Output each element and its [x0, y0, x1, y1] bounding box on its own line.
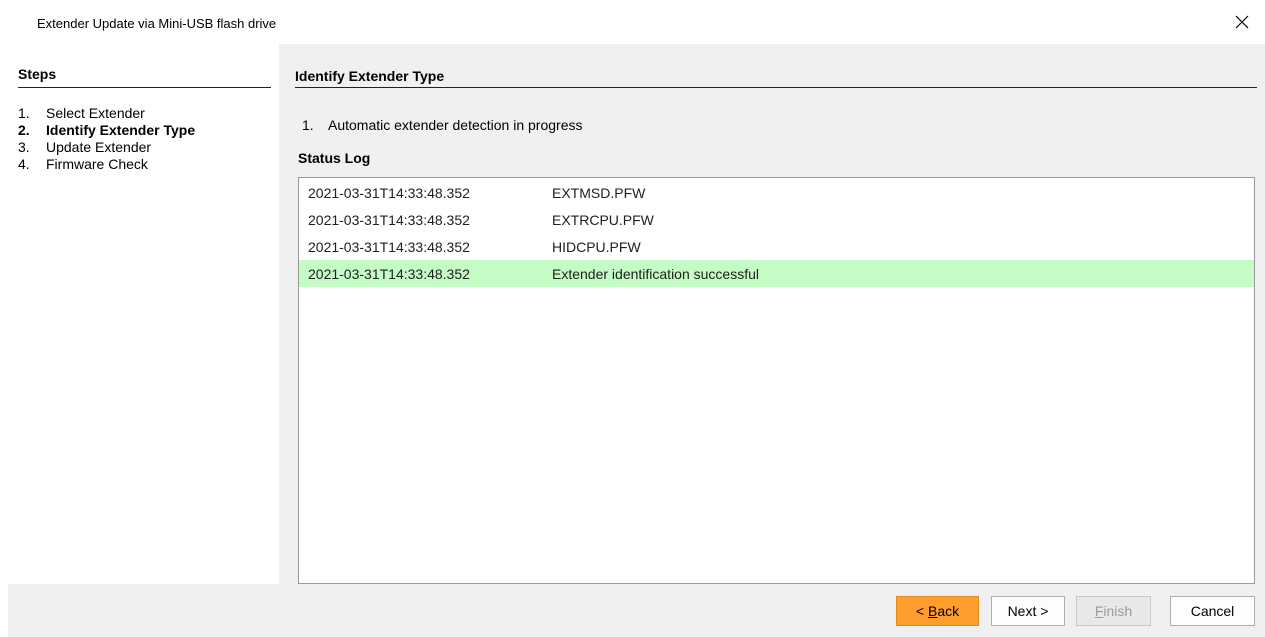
close-button[interactable]	[1219, 0, 1265, 44]
back-prefix: <	[915, 603, 928, 619]
detection-status: 1. Automatic extender detection in progre…	[302, 117, 582, 133]
finish-rest: inish	[1103, 603, 1133, 619]
main-panel: Identify Extender Type 1. Automatic exten…	[279, 44, 1265, 584]
log-row[interactable]: 2021-03-31T14:33:48.352 HIDCPU.PFW	[299, 233, 1254, 260]
step-item-firmware-check: 4. Firmware Check	[18, 156, 148, 172]
finish-button[interactable]: Finish	[1076, 596, 1151, 626]
step-label: Firmware Check	[46, 156, 148, 172]
step-number: 3.	[18, 139, 30, 155]
step-number: 4.	[18, 156, 30, 172]
cancel-button[interactable]: Cancel	[1170, 596, 1255, 626]
button-bar: < Back Next > Finish Cancel	[8, 584, 1265, 637]
log-message: EXTMSD.PFW	[552, 184, 646, 201]
log-timestamp: 2021-03-31T14:33:48.352	[308, 211, 470, 228]
log-message: EXTRCPU.PFW	[552, 211, 654, 228]
back-mnemonic: B	[927, 603, 938, 619]
log-message: HIDCPU.PFW	[552, 238, 641, 255]
window-edge	[0, 44, 8, 637]
title-bar: Extender Update via Mini-USB flash drive	[0, 0, 1265, 44]
log-timestamp: 2021-03-31T14:33:48.352	[308, 265, 470, 282]
steps-title: Steps	[18, 66, 57, 82]
log-row-success[interactable]: 2021-03-31T14:33:48.352 Extender identif…	[299, 260, 1254, 287]
next-button[interactable]: Next >	[991, 596, 1065, 626]
close-icon	[1235, 15, 1249, 29]
log-row[interactable]: 2021-03-31T14:33:48.352 EXTRCPU.PFW	[299, 206, 1254, 233]
status-log-list[interactable]: 2021-03-31T14:33:48.352 EXTMSD.PFW 2021-…	[298, 177, 1255, 584]
step-item-identify-extender-type: 2. Identify Extender Type	[18, 122, 195, 138]
step-number: 2.	[18, 122, 30, 138]
log-message: Extender identification successful	[552, 265, 759, 282]
detection-text: Automatic extender detection in progress	[328, 117, 583, 133]
divider	[18, 87, 271, 88]
finish-mnemonic: F	[1094, 603, 1104, 619]
log-row[interactable]: 2021-03-31T14:33:48.352 EXTMSD.PFW	[299, 179, 1254, 206]
step-item-update-extender: 3. Update Extender	[18, 139, 151, 155]
page-title: Identify Extender Type	[295, 68, 445, 84]
back-rest: ack	[937, 603, 960, 619]
detection-number: 1.	[302, 117, 314, 133]
log-timestamp: 2021-03-31T14:33:48.352	[308, 184, 470, 201]
steps-sidebar: Steps 1. Select Extender 2. Identify Ext…	[8, 44, 279, 584]
back-button[interactable]: < Back	[896, 596, 979, 626]
window-title: Extender Update via Mini-USB flash drive	[37, 16, 277, 31]
step-item-select-extender: 1. Select Extender	[18, 105, 145, 121]
step-number: 1.	[18, 105, 30, 121]
step-label: Update Extender	[46, 139, 152, 155]
step-label: Identify Extender Type	[46, 122, 196, 138]
status-log-title: Status Log	[298, 150, 371, 166]
divider	[295, 87, 1257, 88]
log-timestamp: 2021-03-31T14:33:48.352	[308, 238, 470, 255]
step-label: Select Extender	[46, 105, 145, 121]
